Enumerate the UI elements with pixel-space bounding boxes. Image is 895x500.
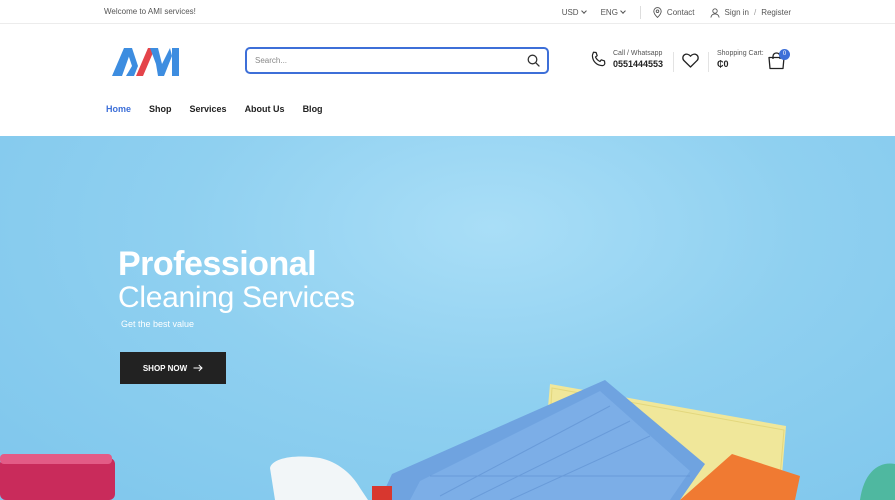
cart-total: ₵0 [717, 59, 729, 69]
account-links: Sign in / Register [709, 7, 791, 18]
call-info[interactable]: Call / Whatsapp 0551444553 [590, 50, 663, 69]
ami-logo-icon [112, 48, 179, 76]
cart-count-badge: 0 [779, 49, 790, 60]
hero-subtitle: Get the best value [121, 319, 195, 329]
chevron-down-icon [620, 8, 626, 14]
hero-banner: Professional Cleaning Services Get the b… [0, 136, 895, 500]
language-value: ENG [600, 8, 618, 17]
top-bar-right: USD ENG Contact Sign in / Register [562, 6, 791, 19]
nav-item-blog[interactable]: Blog [303, 104, 323, 114]
shop-now-button[interactable]: SHOP NOW [120, 352, 226, 384]
arrow-right-icon [193, 364, 203, 372]
cart-summary[interactable]: Shopping Cart: ₵0 [717, 50, 764, 69]
chevron-down-icon [580, 8, 587, 14]
nav-item-services[interactable]: Services [190, 104, 227, 114]
divider [708, 52, 709, 72]
main-nav: Home Shop Services About Us Blog [106, 104, 341, 114]
currency-value: USD [561, 8, 579, 17]
logo[interactable] [112, 44, 182, 78]
nav-item-shop[interactable]: Shop [149, 104, 172, 114]
call-label: Call / Whatsapp [613, 50, 663, 57]
divider [639, 6, 641, 19]
search-icon [527, 54, 540, 67]
nav-item-about-us[interactable]: About Us [245, 104, 285, 114]
shop-now-label: SHOP NOW [142, 363, 188, 373]
search-button[interactable] [527, 54, 540, 72]
contact-label: Contact [666, 8, 695, 17]
user-icon [709, 7, 720, 18]
currency-select[interactable]: USD [561, 8, 587, 17]
heart-icon [682, 53, 699, 68]
top-bar: Welcome to AMI services! USD ENG Contact… [0, 0, 895, 24]
sign-in-link[interactable]: Sign in [725, 8, 749, 17]
location-pin-icon [653, 7, 662, 18]
welcome-text: Welcome to AMI services! [104, 7, 196, 16]
contact-link[interactable]: Contact [653, 7, 695, 18]
search-bar [245, 47, 549, 74]
slash-separator: / [753, 8, 757, 17]
hero-title: Professional [118, 245, 317, 283]
register-link[interactable]: Register [761, 8, 791, 17]
wishlist-button[interactable] [682, 53, 699, 73]
cart-label: Shopping Cart: [717, 50, 764, 57]
search-input[interactable] [247, 50, 517, 71]
cleaning-supplies-image [0, 380, 895, 500]
call-number: 0551444553 [613, 59, 664, 69]
phone-icon [591, 51, 606, 67]
site-header: Call / Whatsapp 0551444553 Shopping Cart… [0, 24, 895, 136]
language-select[interactable]: ENG [600, 8, 626, 17]
nav-item-home[interactable]: Home [106, 104, 131, 114]
divider [673, 52, 674, 72]
hero-title-secondary: Cleaning Services [118, 281, 355, 314]
